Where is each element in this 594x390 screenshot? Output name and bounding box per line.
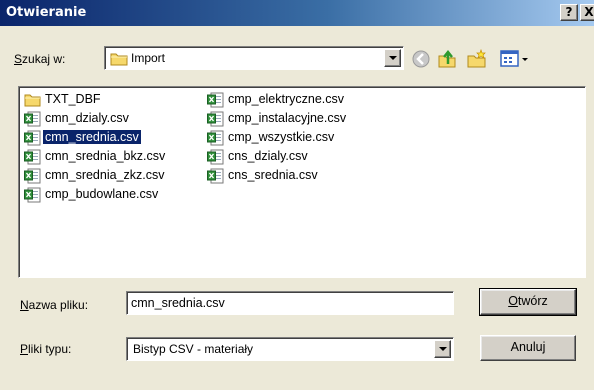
cancel-button[interactable]: Anuluj <box>480 335 576 361</box>
look-in-dropdown-button[interactable] <box>384 49 401 67</box>
file-item-label: cmp_instalacyjne.csv <box>228 111 347 125</box>
file-type-label: Pliki typu: <box>20 342 72 356</box>
help-button[interactable]: ? <box>560 4 578 21</box>
file-item-label: cmp_budowlane.csv <box>45 187 159 201</box>
open-button[interactable]: Otwórz <box>479 288 577 316</box>
excel-csv-file-icon <box>207 130 224 146</box>
file-item[interactable]: cmp_budowlane.csv <box>24 186 167 205</box>
close-button[interactable]: X <box>580 4 594 21</box>
excel-csv-file-icon <box>207 149 224 165</box>
file-list[interactable]: TXT_DBF cmn_dzialy.csv cmn_srednia.csv cmn_… <box>18 86 586 278</box>
excel-csv-file-icon <box>24 111 41 127</box>
file-column-1: TXT_DBF cmn_dzialy.csv cmn_srednia.csv cmn_… <box>24 91 167 205</box>
file-name-input[interactable]: cmn_srednia.csv <box>126 291 454 315</box>
file-item-label: cmn_srednia.csv <box>42 129 142 145</box>
folder-item[interactable]: TXT_DBF <box>24 91 167 110</box>
file-type-value: Bistyp CSV - materiały <box>133 342 254 356</box>
views-menu-icon[interactable] <box>498 48 532 70</box>
excel-csv-file-icon <box>207 92 224 108</box>
back-arrow-icon[interactable] <box>410 48 432 70</box>
excel-csv-file-icon <box>24 168 41 184</box>
file-type-combo[interactable]: Bistyp CSV - materiały <box>126 337 454 361</box>
dialog-title: Otwieranie <box>6 5 87 20</box>
file-item-label: cmn_srednia_bkz.csv <box>45 149 166 163</box>
up-folder-icon[interactable] <box>436 48 458 70</box>
new-folder-icon[interactable] <box>466 48 488 70</box>
file-item-label: cmp_elektryczne.csv <box>228 92 345 106</box>
excel-csv-file-icon <box>24 149 41 165</box>
open-dialog: Otwieranie ? X Szukaj w: Import TXT_DBFc… <box>0 0 594 390</box>
look-in-label: Szukaj w: <box>14 52 66 66</box>
title-bar[interactable]: Otwieranie ? X <box>0 0 594 26</box>
file-name-label: Nazwa pliku: <box>20 298 89 312</box>
file-item-label: cmp_wszystkie.csv <box>228 130 335 144</box>
look-in-combo[interactable]: Import <box>104 46 404 70</box>
folder-icon <box>110 53 128 66</box>
file-item-label: cmn_dzialy.csv <box>45 111 129 125</box>
file-column-2: cmp_elektryczne.csv cmp_instalacyjne.csvc… <box>207 91 348 186</box>
file-item-label: TXT_DBF <box>45 92 101 106</box>
file-item[interactable]: cmp_elektryczne.csv <box>207 91 348 110</box>
file-item[interactable]: cmn_srednia_zkz.csv <box>24 167 167 186</box>
file-item[interactable]: cmn_srednia.csv <box>24 129 167 148</box>
file-type-dropdown-button[interactable] <box>434 340 451 358</box>
excel-csv-file-icon <box>207 168 224 184</box>
file-item[interactable]: cmp_wszystkie.csv <box>207 129 348 148</box>
file-item[interactable]: cmp_instalacyjne.csv <box>207 110 348 129</box>
excel-csv-file-icon <box>207 111 224 127</box>
file-item[interactable]: cmn_dzialy.csv <box>24 110 167 129</box>
file-item[interactable]: cns_srednia.csv <box>207 167 348 186</box>
excel-csv-file-icon <box>24 187 41 203</box>
file-item-label: cns_srednia.csv <box>228 168 318 182</box>
folder-icon <box>24 94 41 107</box>
look-in-value: Import <box>131 51 166 65</box>
excel-csv-file-icon <box>24 130 41 146</box>
file-item-label: cmn_srednia_zkz.csv <box>45 168 165 182</box>
file-item[interactable]: cns_dzialy.csv <box>207 148 348 167</box>
file-item-label: cns_dzialy.csv <box>228 149 308 163</box>
file-item[interactable]: cmn_srednia_bkz.csv <box>24 148 167 167</box>
